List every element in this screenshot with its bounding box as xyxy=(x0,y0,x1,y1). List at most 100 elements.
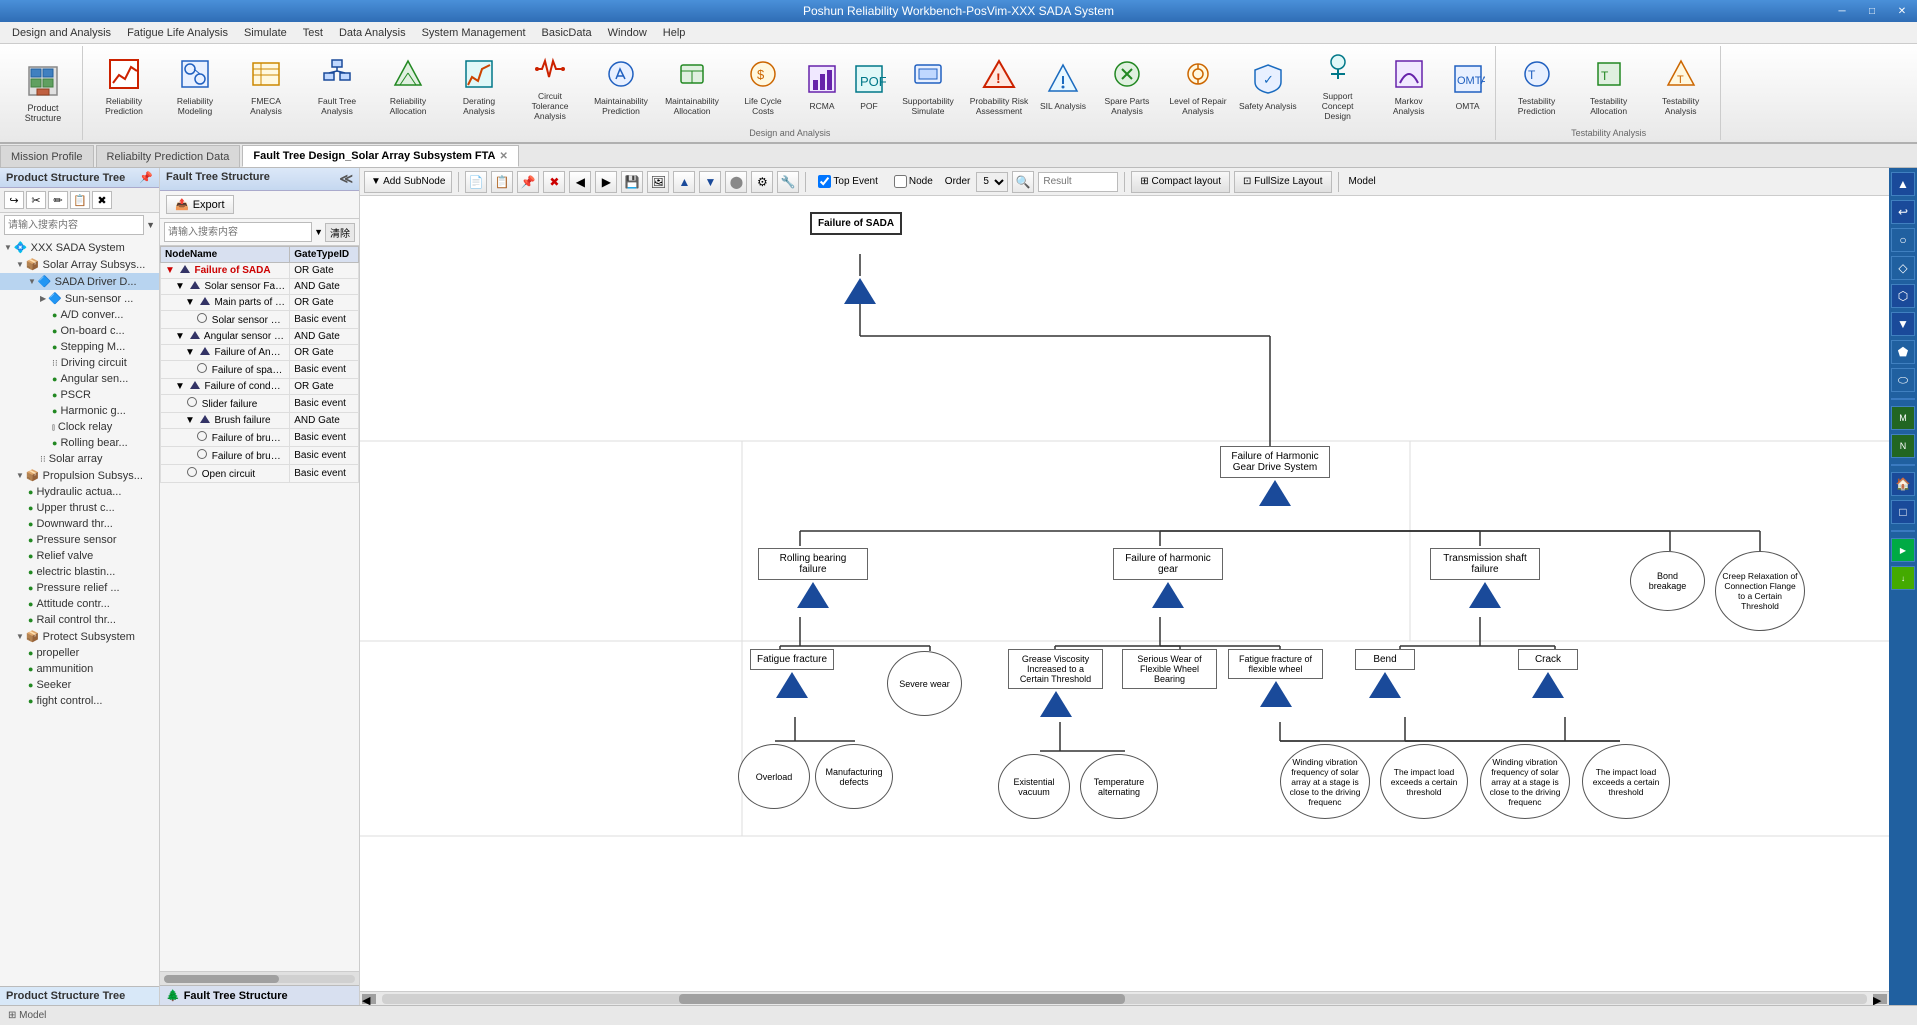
tree-item-hydraulic[interactable]: ● Hydraulic actua... xyxy=(0,484,159,500)
tab-fault-tree-design[interactable]: Fault Tree Design_Solar Array Subsystem … xyxy=(242,145,518,167)
new-icon-btn[interactable]: 📄 xyxy=(465,171,487,193)
rolling-bearing-box[interactable]: Rolling bearing failure xyxy=(758,548,868,580)
tree-item-ammunition[interactable]: ● ammunition xyxy=(0,661,159,677)
or-gate-top[interactable] xyxy=(844,276,876,304)
tree-item-solar-array[interactable]: ▼ 📦 Solar Array Subsys... xyxy=(0,256,159,273)
derating-button[interactable]: Derating Analysis xyxy=(444,46,514,126)
reliability-modeling-button[interactable]: Reliability Modeling xyxy=(160,46,230,126)
impact-1-node[interactable]: The impact load exceeds a certain thresh… xyxy=(1380,744,1468,819)
harmonic-gear-node[interactable]: Failure of harmonic gear xyxy=(1113,548,1223,608)
right-icon-green2[interactable]: ↓ xyxy=(1891,566,1915,590)
image-btn[interactable]: 🖼 xyxy=(647,171,669,193)
tab-reliability-data[interactable]: Reliabilty Prediction Data xyxy=(96,145,241,167)
tree-item-protect[interactable]: ▼ 📦 Protect Subsystem xyxy=(0,628,159,645)
tree-item-angular-sen[interactable]: ● Angular sen... xyxy=(0,371,159,387)
right-icon-m[interactable]: M xyxy=(1891,406,1915,430)
pof-button[interactable]: POF POF xyxy=(846,46,892,126)
menu-data[interactable]: Data Analysis xyxy=(331,25,414,41)
restore-button[interactable]: □ xyxy=(1857,0,1887,22)
left-panel-footer[interactable]: Product Structure Tree xyxy=(0,986,159,1005)
top-event-box[interactable]: Failure of SADA xyxy=(810,212,902,235)
arrow-right-btn[interactable]: ▶ xyxy=(595,171,617,193)
table-row[interactable]: ▼ Failure of Angular Sensor's Main Compo… xyxy=(161,345,359,361)
left-search-input[interactable] xyxy=(4,215,144,235)
creep-relax-node[interactable]: Creep Relaxation of Connection Flange to… xyxy=(1715,551,1805,631)
tree-item-electric[interactable]: ● electric blastin... xyxy=(0,564,159,580)
sil-button[interactable]: SIL Analysis xyxy=(1035,46,1091,126)
minimize-button[interactable]: ─ xyxy=(1827,0,1857,22)
tree-item-upper-thrust[interactable]: ● Upper thrust c... xyxy=(0,500,159,516)
right-icon-home[interactable]: 🏠 xyxy=(1891,472,1915,496)
level-repair-button[interactable]: Level of Repair Analysis xyxy=(1163,46,1233,126)
tree-item-clock-relay[interactable]: ⫾ Clock relay xyxy=(0,419,159,435)
tree-item-pressure-relief[interactable]: ● Pressure relief ... xyxy=(0,580,159,596)
delete-icon-btn[interactable]: ✖ xyxy=(543,171,565,193)
menu-help[interactable]: Help xyxy=(655,25,694,41)
maintain-predict-button[interactable]: Maintainability Prediction xyxy=(586,46,656,126)
table-row[interactable]: Solar sensor spare parts Failure Basic e… xyxy=(161,311,359,329)
right-icon-n[interactable]: N xyxy=(1891,434,1915,458)
bend-node[interactable]: Bend xyxy=(1355,649,1415,698)
search-dropdown-icon[interactable]: ▼ xyxy=(314,227,323,237)
right-icon-green1[interactable]: ▶ xyxy=(1891,538,1915,562)
serious-wear-box[interactable]: Serious Wear of Flexible Wheel Bearing xyxy=(1122,649,1217,689)
right-icon-1[interactable]: ▲ xyxy=(1891,172,1915,196)
clear-button[interactable]: 清除 xyxy=(325,223,355,242)
lifecycle-button[interactable]: $ Life Cycle Costs xyxy=(728,46,798,126)
tree-item-stepping[interactable]: ● Stepping M... xyxy=(0,339,159,355)
tree-item-rolling[interactable]: ● Rolling bear... xyxy=(0,435,159,451)
table-row[interactable]: ▼ Failure of conductive ring OR Gate xyxy=(161,379,359,395)
rolling-bearing-node[interactable]: Rolling bearing failure xyxy=(758,548,868,608)
serious-wear-node[interactable]: Serious Wear of Flexible Wheel Bearing xyxy=(1122,649,1217,689)
tree-item-propeller[interactable]: ● propeller xyxy=(0,645,159,661)
winding-1-circle[interactable]: Winding vibration frequency of solar arr… xyxy=(1280,744,1370,819)
winding-2-node[interactable]: Winding vibration frequency of solar arr… xyxy=(1480,744,1570,819)
support-concept-button[interactable]: Support Concept Design xyxy=(1303,46,1373,126)
left-panel-pin[interactable]: 📌 xyxy=(139,171,153,184)
tab-mission-profile[interactable]: Mission Profile xyxy=(0,145,94,167)
circle-btn[interactable]: ⬤ xyxy=(725,171,747,193)
table-row[interactable]: ▼ Main parts of solar sensor OR Gate xyxy=(161,295,359,311)
impact-2-node[interactable]: The impact load exceeds a certain thresh… xyxy=(1582,744,1670,819)
safety-button[interactable]: ✓ Safety Analysis xyxy=(1234,46,1302,126)
fatigue-fracture-box[interactable]: Fatigue fracture xyxy=(750,649,834,670)
left-toolbar-btn-3[interactable]: ✏ xyxy=(48,191,68,209)
tree-item-seeker[interactable]: ● Seeker xyxy=(0,677,159,693)
middle-search-input[interactable] xyxy=(164,222,312,242)
winding-1-node[interactable]: Winding vibration frequency of solar arr… xyxy=(1280,744,1370,819)
tree-item-solar-array-comp[interactable]: ⁝⁝ Solar array xyxy=(0,451,159,467)
transmission-node[interactable]: Transmission shaft failure xyxy=(1430,548,1540,608)
fault-tree-button[interactable]: Fault Tree Analysis xyxy=(302,46,372,126)
tree-item-rail-control[interactable]: ● Rail control thr... xyxy=(0,612,159,628)
crack-node[interactable]: Crack xyxy=(1518,649,1578,698)
left-search-dropdown[interactable]: ▼ xyxy=(146,220,155,230)
table-row[interactable]: Slider failure Basic event xyxy=(161,395,359,413)
result-input[interactable] xyxy=(1038,172,1118,192)
bond-breakage-node[interactable]: Bond breakage xyxy=(1630,551,1705,611)
impact-2-circle[interactable]: The impact load exceeds a certain thresh… xyxy=(1582,744,1670,819)
temp-alt-node[interactable]: Temperature alternating xyxy=(1080,754,1158,819)
tree-item-ad[interactable]: ● A/D conver... xyxy=(0,307,159,323)
order-select[interactable]: 5 3 4 6 xyxy=(976,172,1008,192)
bend-box[interactable]: Bend xyxy=(1355,649,1415,670)
export-button[interactable]: 📤 Export xyxy=(166,195,234,214)
menu-basic[interactable]: BasicData xyxy=(534,25,600,41)
middle-scroll-track[interactable] xyxy=(164,975,355,983)
reliability-prediction-button[interactable]: Reliability Prediction xyxy=(89,46,159,126)
right-icon-triangle-down[interactable]: ▼ xyxy=(1891,312,1915,336)
reliability-allocation-button[interactable]: Reliability Allocation xyxy=(373,46,443,126)
left-toolbar-btn-2[interactable]: ✂ xyxy=(26,191,46,209)
right-icon-oval[interactable]: ⬭ xyxy=(1891,368,1915,392)
grease-box[interactable]: Grease Viscosity Increased to a Certain … xyxy=(1008,649,1103,689)
failure-harmonic-node[interactable]: Failure of Harmonic Gear Drive System xyxy=(1220,446,1330,506)
copy-icon-btn[interactable]: 📋 xyxy=(491,171,513,193)
fullsize-layout-button[interactable]: ⊡ FullSize Layout xyxy=(1234,171,1332,193)
maintain-alloc-button[interactable]: Maintainability Allocation xyxy=(657,46,727,126)
menu-simulate[interactable]: Simulate xyxy=(236,25,295,41)
creep-relax-circle[interactable]: Creep Relaxation of Connection Flange to… xyxy=(1715,551,1805,631)
winding-2-circle[interactable]: Winding vibration frequency of solar arr… xyxy=(1480,744,1570,819)
table-row[interactable]: ▼ Failure of SADA OR Gate xyxy=(161,263,359,279)
transmission-box[interactable]: Transmission shaft failure xyxy=(1430,548,1540,580)
close-button[interactable]: ✕ xyxy=(1887,0,1917,22)
middle-collapse-button[interactable]: ≪ xyxy=(339,171,353,187)
